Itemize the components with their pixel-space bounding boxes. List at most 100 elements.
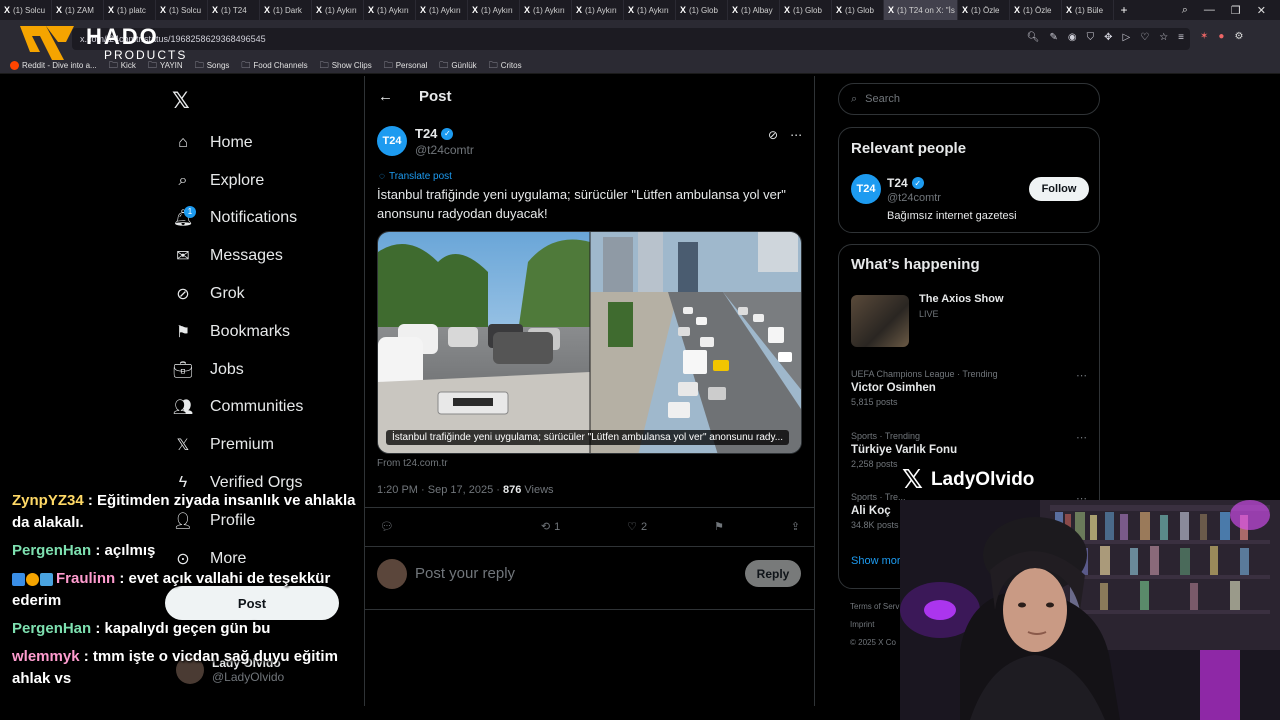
more-options-icon[interactable]: ⋯ xyxy=(790,128,802,142)
heart-icon[interactable]: ♡ xyxy=(1140,32,1149,43)
nav-item-grok[interactable]: ⊘ Grok xyxy=(172,275,352,313)
url-bar[interactable]: x.com/t24comtr/status/196825862936849654… xyxy=(72,28,1190,50)
back-arrow-icon[interactable]: ← xyxy=(378,88,393,105)
views-label: Views xyxy=(521,484,554,496)
browser-tab[interactable]: X (1) Aykırı xyxy=(364,0,416,20)
bookmark-item[interactable]: 🗀︎ Critos xyxy=(489,58,522,74)
author-name[interactable]: T24 xyxy=(415,126,437,141)
browser-tab[interactable]: X (1) T24 xyxy=(208,0,260,20)
browser-tab[interactable]: X (1) Aykırı xyxy=(468,0,520,20)
translate-post-link[interactable]: ◌ Translate post xyxy=(379,171,452,182)
page-title: Post xyxy=(419,88,452,105)
bookmark-item[interactable]: 🗀︎ Songs xyxy=(195,58,230,74)
bookmark-item[interactable]: 🗀︎ Show Clips xyxy=(320,58,372,74)
browser-tab[interactable]: X (1) Dark xyxy=(260,0,312,20)
maximize-button[interactable]: ❐ xyxy=(1231,4,1241,17)
show-more-link[interactable]: Show more xyxy=(851,555,907,567)
browser-tab[interactable]: X (1) Büle xyxy=(1062,0,1114,20)
bat-icon[interactable]: ✶ xyxy=(1200,31,1208,42)
trend-more-icon[interactable]: ⋯ xyxy=(1076,369,1087,382)
axios-show-thumbnail[interactable] xyxy=(851,295,909,347)
browser-tab[interactable]: X (1) T24 on X: "İs xyxy=(884,0,958,20)
bookmark-item[interactable]: 🗀︎ Günlük xyxy=(439,58,476,74)
post-author[interactable]: T24 T24 ✓ @t24comtr xyxy=(377,126,474,157)
browser-tab[interactable]: X (1) Özle xyxy=(1010,0,1062,20)
share-action[interactable]: ⇪ xyxy=(791,520,800,533)
star-icon[interactable]: ☆ xyxy=(1159,32,1168,43)
browser-tab[interactable]: X (1) Aykırı xyxy=(416,0,468,20)
browser-tab[interactable]: X (1) Aykırı xyxy=(624,0,676,20)
search-input[interactable]: ⌕ Search xyxy=(838,83,1100,115)
footer-terms[interactable]: Terms of Serv xyxy=(850,598,899,616)
author-avatar[interactable]: T24 xyxy=(377,126,407,156)
zoom-icon[interactable]: 🔍︎ xyxy=(1027,32,1040,43)
divider xyxy=(365,507,814,508)
nav-item-premium[interactable]: 𝕏 Premium xyxy=(172,426,352,464)
browser-tab[interactable]: X (1) Albay xyxy=(728,0,780,20)
reply-avatar xyxy=(377,559,407,589)
footer-copyright: © 2025 X Co xyxy=(850,638,896,647)
post-actions: 💬︎ ⟲ 1 ♡ 2 ⚑ ⇪ xyxy=(380,520,800,534)
trend-more-icon[interactable]: ⋯ xyxy=(1076,431,1087,444)
bookmark-item[interactable]: 🗀︎ Food Channels xyxy=(241,58,307,74)
screenshot-icon[interactable]: ◉ xyxy=(1068,32,1077,43)
nav-item-communities[interactable]: 👥︎ Communities xyxy=(172,389,352,427)
browser-tab[interactable]: X (1) Glob xyxy=(780,0,832,20)
shield-icon[interactable]: ⛉ xyxy=(1087,32,1095,43)
reply-action[interactable]: 💬︎ xyxy=(380,520,394,533)
record-icon[interactable]: ● xyxy=(1218,31,1224,42)
featured-title[interactable]: The Axios Show xyxy=(919,293,1004,305)
puzzle-icon[interactable]: ⚙ xyxy=(1234,31,1243,42)
x-favicon-icon: X xyxy=(1066,5,1073,15)
person-avatar[interactable]: T24 xyxy=(851,174,881,204)
close-window-button[interactable]: ✕ xyxy=(1257,4,1266,17)
nav-item-messages[interactable]: ✉ Messages xyxy=(172,237,352,275)
x-logo-icon[interactable]: 𝕏 xyxy=(172,88,196,113)
trend-item[interactable]: UEFA Champions League · Trending Victor O… xyxy=(851,369,1091,407)
source-link[interactable]: From t24.com.tr xyxy=(377,458,448,469)
post-media-card[interactable]: İstanbul trafiğinde yeni uygulama; sürüc… xyxy=(377,231,802,454)
nav-item-home[interactable]: ⌂ Home xyxy=(172,124,352,162)
extension-icon[interactable]: ✥ xyxy=(1104,32,1112,43)
reply-button[interactable]: Reply xyxy=(745,560,801,587)
webcam-overlay xyxy=(900,500,1280,720)
like-action[interactable]: ♡ 2 xyxy=(627,520,647,534)
bookmark-action[interactable]: ⚑ xyxy=(714,520,724,533)
play-icon[interactable]: ▷ xyxy=(1123,32,1131,43)
edit-icon[interactable]: ✎ xyxy=(1050,32,1058,43)
nav-item-notifications[interactable]: 🔔︎ 1 Notifications xyxy=(172,200,352,238)
minimize-button[interactable]: — xyxy=(1204,4,1215,16)
browser-tab[interactable]: X (1) ZAM xyxy=(52,0,104,20)
nav-item-jobs[interactable]: 💼︎ Jobs xyxy=(172,351,352,389)
grok-explain-icon[interactable]: ⊘ xyxy=(768,128,778,142)
footer-imprint[interactable]: Imprint xyxy=(850,616,899,634)
new-tab-button[interactable]: + xyxy=(1114,3,1134,17)
follow-button[interactable]: Follow xyxy=(1029,177,1089,201)
browser-tab[interactable]: X (1) Glob xyxy=(832,0,884,20)
browser-tab[interactable]: X (1) Solcu xyxy=(0,0,52,20)
browser-tab[interactable]: X (1) Aykırı xyxy=(520,0,572,20)
browser-tab[interactable]: X (1) Özle xyxy=(958,0,1010,20)
nav-item-bookmarks[interactable]: ⚑ Bookmarks xyxy=(172,313,352,351)
reply-input[interactable]: Post your reply xyxy=(415,565,515,582)
browser-tab[interactable]: X (1) Aykırı xyxy=(312,0,364,20)
person-name-row[interactable]: T24 ✓ xyxy=(887,176,924,190)
badge-icon xyxy=(40,572,53,586)
browser-tab[interactable]: X (1) Glob xyxy=(676,0,728,20)
browser-tab[interactable]: X (1) Aykırı xyxy=(572,0,624,20)
nav-item-explore[interactable]: ⌕ Explore xyxy=(172,162,352,200)
grok-icon: ⊘ xyxy=(176,286,190,304)
repost-action[interactable]: ⟲ 1 xyxy=(541,520,560,534)
browser-tab-bar: X (1) Solcu X (1) ZAM X (1) platc X (1) Solcu X(… xyxy=(0,0,1280,20)
browser-tab[interactable]: X (1) Solcu xyxy=(156,0,208,20)
browser-tab[interactable]: X (1) platc xyxy=(104,0,156,20)
menu-icon[interactable]: ≡ xyxy=(1178,32,1184,43)
tab-label: (1) Glob xyxy=(793,5,822,15)
bookmarks-bar: Reddit - Dive into a... 🗀︎ Kick 🗀︎ YAYIN 🗀︎ So… xyxy=(0,58,1280,74)
home-icon: ⌂ xyxy=(178,133,188,151)
bookmark-item[interactable]: 🗀︎ Personal xyxy=(384,58,428,74)
author-name-row: T24 ✓ xyxy=(415,126,474,141)
post-time[interactable]: 1:20 PM · Sep 17, 2025 · xyxy=(377,484,503,496)
tab-search-icon[interactable]: ⌕ xyxy=(1182,4,1188,17)
post-top-actions: ⊘ ⋯ xyxy=(768,128,802,142)
